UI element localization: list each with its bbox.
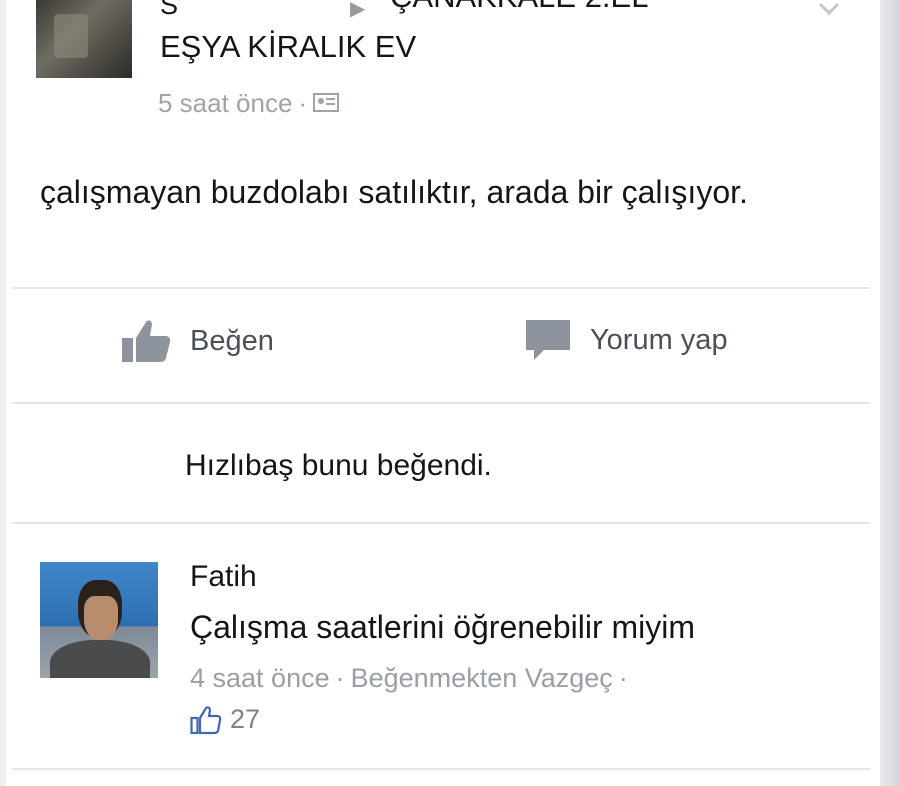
post-author-avatar[interactable]	[36, 0, 132, 78]
comment-author-avatar[interactable]	[40, 562, 158, 678]
thumbs-up-icon	[190, 705, 222, 734]
comment-text: Çalışma saatlerini öğrenebilir miyim	[190, 609, 696, 645]
post-text: çalışmayan buzdolabı satılıktır, arada b…	[40, 174, 748, 210]
comment-bubble-icon	[526, 320, 570, 360]
post-time[interactable]: 5 saat önce	[158, 88, 292, 118]
thumbs-up-icon	[122, 320, 171, 362]
comment-button[interactable]: Yorum yap	[524, 318, 728, 362]
divider	[12, 287, 870, 289]
comment-like-count[interactable]: 27	[190, 704, 260, 735]
group-icon	[313, 93, 340, 113]
likes-summary[interactable]: Hızlıbaş bunu beğendi.	[185, 449, 492, 483]
group-name[interactable]: ÇANAKKALE 2.EL EŞYA KİRALIK EV	[160, 0, 760, 68]
group-name-line1[interactable]: ÇANAKKALE 2.EL	[390, 0, 648, 14]
divider	[12, 768, 870, 770]
comment-time[interactable]: 4 saat önce	[190, 663, 330, 693]
comment-meta: 4 saat önce · Beğenmekten Vazgeç ·	[190, 663, 628, 693]
chevron-down-icon[interactable]	[818, 2, 840, 16]
comment-author-name[interactable]: Fatih	[190, 560, 257, 594]
like-button[interactable]: Beğen	[120, 318, 274, 364]
post-meta: 5 saat önce ·	[158, 88, 340, 119]
group-name-line2[interactable]: EŞYA KİRALIK EV	[160, 22, 760, 72]
comment-like-count-value: 27	[230, 704, 261, 734]
divider	[12, 522, 870, 524]
unlike-link[interactable]: Beğenmekten Vazgeç	[351, 663, 613, 693]
comment-button-label: Yorum yap	[590, 323, 728, 356]
divider	[12, 402, 870, 404]
like-button-label: Beğen	[190, 324, 274, 357]
left-frame-edge	[0, 0, 6, 786]
scrollbar-track[interactable]	[880, 0, 900, 786]
